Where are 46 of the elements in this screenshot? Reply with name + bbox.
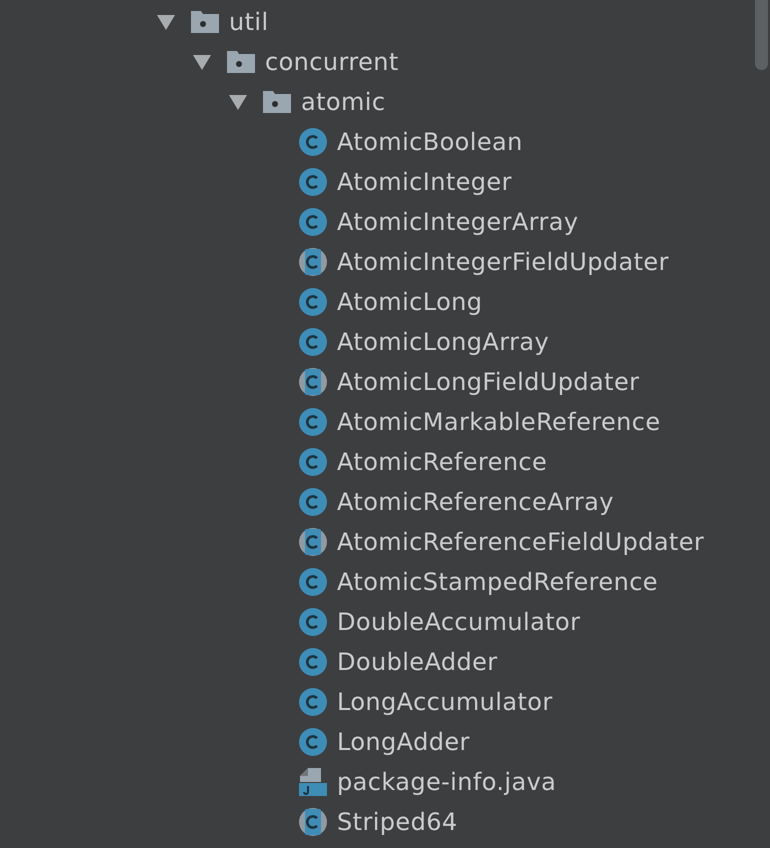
abstract-class-icon <box>299 528 327 556</box>
tree-item[interactable]: concurrent <box>265 47 399 77</box>
class-icon <box>299 328 327 356</box>
tree-item[interactable]: AtomicIntegerArray <box>337 207 579 237</box>
expand-arrow-icon[interactable] <box>157 14 175 30</box>
tree-item[interactable]: DoubleAdder <box>337 647 498 677</box>
package-folder-icon <box>227 51 255 73</box>
tree-item[interactable]: AtomicMarkableReference <box>337 407 661 437</box>
tree-item[interactable]: AtomicReferenceArray <box>337 487 614 517</box>
tree-item[interactable]: util <box>229 7 269 37</box>
class-icon <box>299 448 327 476</box>
tree-item[interactable]: DoubleAccumulator <box>337 607 580 637</box>
tree-item[interactable]: AtomicLongFieldUpdater <box>337 367 640 397</box>
class-icon <box>299 728 327 756</box>
tree-item[interactable]: Striped64 <box>337 807 458 837</box>
tree-item[interactable]: AtomicBoolean <box>337 127 523 157</box>
abstract-class-icon <box>299 808 327 836</box>
scrollbar-thumb[interactable] <box>755 0 768 70</box>
class-icon <box>299 648 327 676</box>
class-icon <box>299 408 327 436</box>
class-icon <box>299 608 327 636</box>
expand-arrow-icon[interactable] <box>229 94 247 110</box>
class-icon <box>299 288 327 316</box>
class-icon <box>299 208 327 236</box>
package-folder-icon <box>191 11 219 33</box>
tree-item[interactable]: AtomicReference <box>337 447 548 477</box>
class-icon <box>299 688 327 716</box>
java-file-icon <box>299 768 327 796</box>
tree-item[interactable]: AtomicLong <box>337 287 482 317</box>
tree-item[interactable]: LongAccumulator <box>337 687 553 717</box>
abstract-class-icon <box>299 368 327 396</box>
package-folder-icon <box>263 91 291 113</box>
class-icon <box>299 128 327 156</box>
class-icon <box>299 168 327 196</box>
tree-item[interactable]: package-info.java <box>337 767 556 797</box>
class-icon <box>299 488 327 516</box>
class-icon <box>299 568 327 596</box>
tree-item[interactable]: AtomicLongArray <box>337 327 550 357</box>
tree-item[interactable]: AtomicIntegerFieldUpdater <box>337 247 669 277</box>
tree-item[interactable]: AtomicStampedReference <box>337 567 658 597</box>
tree-item[interactable]: LongAdder <box>337 727 470 757</box>
abstract-class-icon <box>299 248 327 276</box>
expand-arrow-icon[interactable] <box>193 54 211 70</box>
tree-item[interactable]: AtomicInteger <box>337 167 512 197</box>
tree-item[interactable]: atomic <box>301 87 386 117</box>
tree-item[interactable]: AtomicReferenceFieldUpdater <box>337 527 704 557</box>
